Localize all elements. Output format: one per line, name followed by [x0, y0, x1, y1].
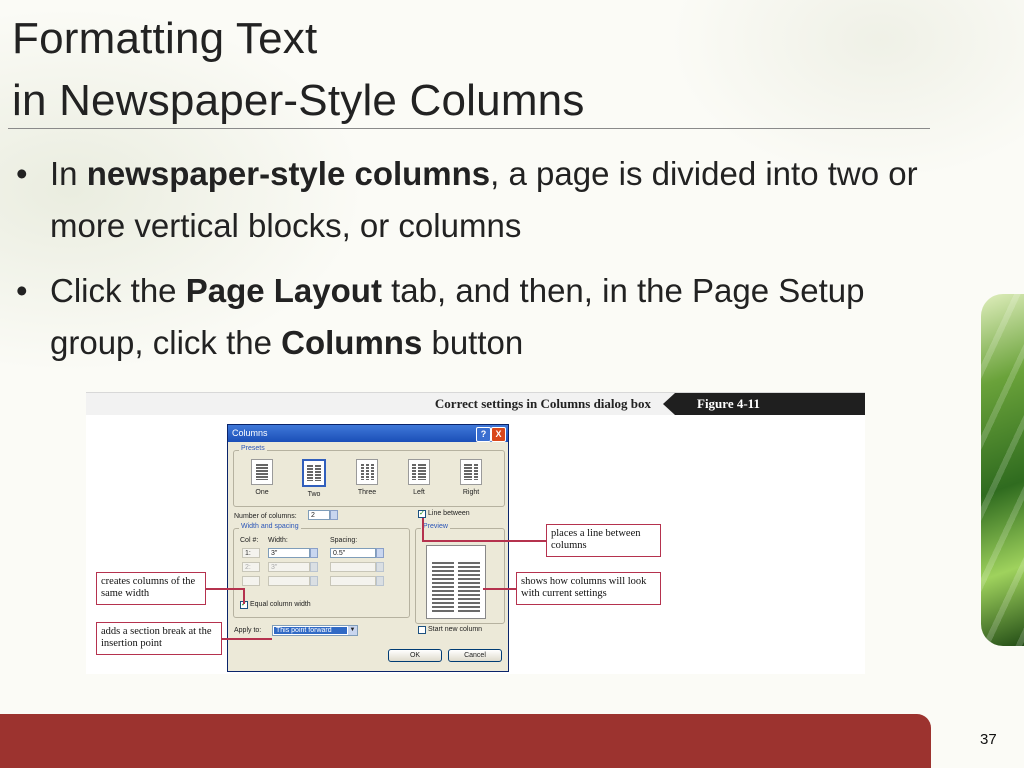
preset-one-label: One: [255, 489, 269, 496]
num-columns-spinner[interactable]: [330, 510, 338, 520]
leaf-photo-decoration: [981, 294, 1024, 646]
help-icon[interactable]: ?: [476, 427, 491, 442]
preset-one[interactable]: One: [247, 459, 277, 496]
title-line-1: Formatting Text: [12, 14, 318, 63]
presets-label: Presets: [239, 445, 267, 452]
preview-label: Preview: [421, 523, 450, 530]
width-spacing-label: Width and spacing: [239, 523, 301, 530]
col-1-number: 1:: [242, 548, 260, 558]
preview-page: [426, 545, 486, 619]
callout-line-between: places a line between columns: [546, 524, 661, 557]
figure-4-11: Correct settings in Columns dialog box F…: [86, 392, 865, 674]
callout-preview: shows how columns will look with current…: [516, 572, 661, 605]
figure-tag: Figure 4-11: [663, 393, 865, 415]
preview-column-left: [432, 562, 454, 612]
start-new-column-label: Start new column: [428, 626, 483, 633]
preset-three-icon: [356, 459, 378, 485]
col-3-number: [242, 576, 260, 586]
bullet-2-term-page-layout: Page Layout: [185, 272, 382, 309]
apply-to-dropdown[interactable]: This point forward ▼: [272, 625, 358, 636]
dialog-titlebar: Columns ? X: [228, 425, 508, 442]
chevron-down-icon[interactable]: ▼: [348, 626, 357, 635]
num-columns-label: Number of columns:: [234, 513, 297, 520]
figure-caption: Correct settings in Columns dialog box: [434, 396, 651, 411]
preset-one-icon: [251, 459, 273, 485]
col-1-spacing-input[interactable]: 0.5": [330, 548, 376, 558]
apply-to-value: This point forward: [274, 627, 347, 634]
arrow-equal-width: [206, 588, 244, 590]
bullet-item-2: Click the Page Layout tab, and then, in …: [16, 265, 946, 369]
line-between-checkbox[interactable]: ✓: [418, 510, 426, 518]
preset-left[interactable]: Left: [404, 459, 434, 496]
callout-section-break: adds a section break at the insertion po…: [96, 622, 222, 655]
cancel-button[interactable]: Cancel: [448, 649, 502, 662]
preset-two-label: Two: [307, 491, 321, 498]
preset-left-icon: [408, 459, 430, 485]
col-number-header: Col #:: [240, 537, 259, 544]
columns-dialog: Columns ? X Presets One Two Three Left R…: [227, 424, 509, 672]
arrow-line-between-up: [422, 518, 424, 540]
bullet-item-1: In newspaper-style columns, a page is di…: [16, 148, 946, 252]
footer-bar: [0, 714, 931, 768]
col-1-width-spinner[interactable]: [310, 548, 318, 558]
figure-header: Correct settings in Columns dialog box F…: [86, 392, 865, 415]
line-between-label: Line between: [428, 510, 470, 517]
col-2-width-input[interactable]: 3": [268, 562, 310, 572]
slide-number: 37: [980, 731, 997, 748]
preset-right-label: Right: [462, 489, 480, 496]
bullet-2-term-columns: Columns: [281, 324, 423, 361]
num-columns-input[interactable]: 2: [308, 510, 330, 520]
close-icon[interactable]: X: [491, 427, 506, 442]
bullet-1-text-start: In: [50, 155, 87, 192]
col-3-width-spinner[interactable]: [310, 576, 318, 586]
bullet-1-term: newspaper-style columns: [86, 155, 491, 192]
preset-three-label: Three: [357, 489, 377, 496]
title-divider: [8, 128, 930, 129]
apply-to-label: Apply to:: [234, 627, 262, 634]
col-1-width-input[interactable]: 3": [268, 548, 310, 558]
title-line-2: in Newspaper-Style Columns: [12, 76, 585, 125]
preview-column-right: [458, 562, 480, 612]
arrow-preview: [483, 588, 516, 590]
callout-equal-width: creates columns of the same width: [96, 572, 206, 605]
col-3-spacing-input[interactable]: [330, 576, 376, 586]
arrow-equal-width-down: [243, 588, 245, 604]
col-2-width-spinner[interactable]: [310, 562, 318, 572]
bullet-list: In newspaper-style columns, a page is di…: [16, 148, 946, 382]
col-1-spacing-spinner[interactable]: [376, 548, 384, 558]
ok-button[interactable]: OK: [388, 649, 442, 662]
bullet-2-text-start: Click the: [50, 272, 186, 309]
col-2-spacing-spinner[interactable]: [376, 562, 384, 572]
preset-three[interactable]: Three: [352, 459, 382, 496]
spacing-header: Spacing:: [330, 537, 358, 544]
start-new-column-checkbox[interactable]: [418, 626, 426, 634]
col-2-spacing-input[interactable]: [330, 562, 376, 572]
arrow-line-between: [422, 540, 546, 542]
preset-right[interactable]: Right: [456, 459, 486, 496]
width-header: Width:: [268, 537, 288, 544]
col-2-number: 2:: [242, 562, 260, 572]
preset-left-label: Left: [413, 489, 425, 496]
slide-title: Formatting Text in Newspaper-Style Colum…: [12, 8, 585, 132]
preset-two-icon: [302, 459, 326, 487]
col-3-spacing-spinner[interactable]: [376, 576, 384, 586]
bullet-2-text-end: button: [422, 324, 524, 361]
col-3-width-input[interactable]: [268, 576, 310, 586]
preset-two[interactable]: Two: [299, 459, 329, 498]
equal-width-label: Equal column width: [250, 601, 311, 608]
preset-right-icon: [460, 459, 482, 485]
arrow-section-break: [222, 638, 272, 640]
dialog-title: Columns: [232, 428, 268, 438]
